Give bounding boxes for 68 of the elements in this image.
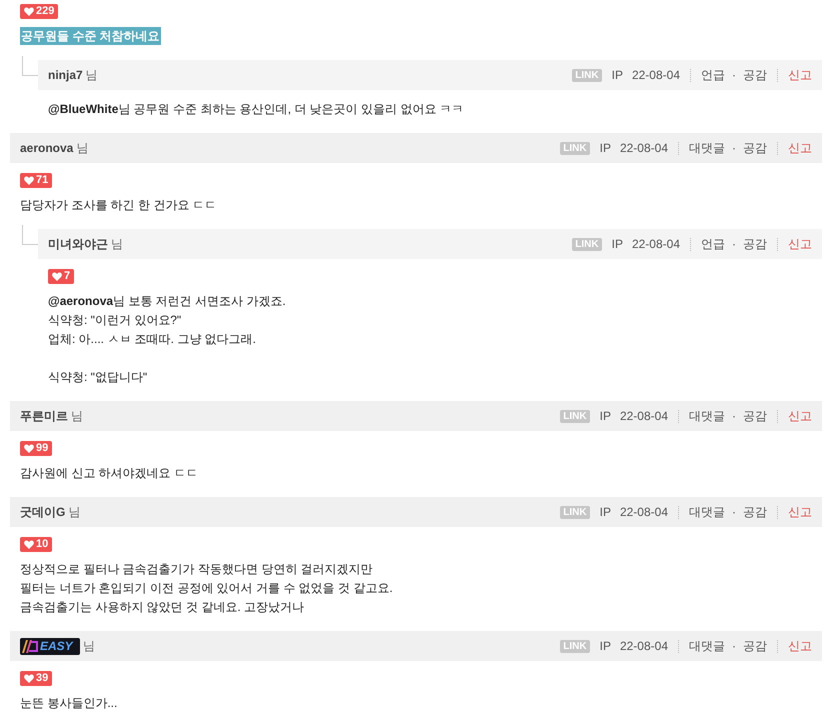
honorific-text: 님 xyxy=(76,140,88,157)
heart-icon xyxy=(24,674,34,683)
ip-label: IP xyxy=(600,504,611,521)
reply-link[interactable]: 대댓글 xyxy=(689,407,725,425)
empathy-link[interactable]: 공감 xyxy=(743,66,767,84)
mention-link[interactable]: 언급 xyxy=(701,235,725,253)
comment-date: 22-08-04 xyxy=(620,638,668,655)
like-count-badge: 229 xyxy=(20,4,58,19)
empathy-link[interactable]: 공감 xyxy=(743,139,767,157)
ip-label: IP xyxy=(600,638,611,655)
comment-date: 22-08-04 xyxy=(620,140,668,157)
reply-link[interactable]: 대댓글 xyxy=(689,139,725,157)
author-name[interactable]: 미녀와야근 xyxy=(48,235,108,253)
report-link[interactable]: 신고 xyxy=(788,503,812,521)
report-link[interactable]: 신고 xyxy=(788,637,812,655)
report-link[interactable]: 신고 xyxy=(788,66,812,84)
dot-separator: · xyxy=(732,236,736,253)
ip-label: IP xyxy=(600,408,611,425)
author-name[interactable]: 푸른미르 xyxy=(20,407,68,425)
empathy-link[interactable]: 공감 xyxy=(743,235,767,253)
honorific-text: 님 xyxy=(111,236,123,253)
heart-icon xyxy=(24,176,34,185)
comment-text: @BlueWhite님 공무원 수준 최하는 용산인데, 더 낮은곳이 있을리 없어요 ㅋㅋ xyxy=(48,101,465,118)
reply-link[interactable]: 대댓글 xyxy=(689,503,725,521)
ip-label: IP xyxy=(612,236,623,253)
report-link[interactable]: 신고 xyxy=(788,139,812,157)
honorific-text: 님 xyxy=(86,67,98,84)
comment-text: @aeronova님 보통 저런건 서면조사 가겠죠. 식약청: "이런거 있어요?" 업체: 아.... ㅅㅂ 조때따. 그냥 없다그래. xyxy=(48,293,287,348)
like-count-badge: 39 xyxy=(20,671,52,686)
dot-separator: · xyxy=(732,408,736,425)
comment-text: 눈뜬 봉사들인가... xyxy=(20,695,118,712)
comment-date: 22-08-04 xyxy=(632,67,680,84)
comment-date: 22-08-04 xyxy=(620,408,668,425)
dot-separator: · xyxy=(732,140,736,157)
author-name[interactable]: ninja7 xyxy=(48,66,83,84)
like-count-badge: 71 xyxy=(20,173,52,188)
comment-text: 식약청: "없답니다" xyxy=(48,369,148,386)
mention-link[interactable]: 언급 xyxy=(701,66,725,84)
report-link[interactable]: 신고 xyxy=(788,235,812,253)
comment-text: 정상적으로 필터나 금속검출기가 작동했다면 당연히 걸러지겠지만 필터는 너트가 혼입되기 이전 공정에 있어서 거를 수 없었을 것 같고요. 금속검출기는 사용하지 않았던 것 같네요. 고장났거나 xyxy=(20,561,394,616)
honorific-text: 님 xyxy=(71,408,83,425)
comment-date: 22-08-04 xyxy=(620,504,668,521)
comment-text: 감사원에 신고 하셔야겠네요 ㄷㄷ xyxy=(20,465,200,482)
heart-icon xyxy=(24,7,34,16)
dot-separator: · xyxy=(732,67,736,84)
author-name[interactable]: 굿데이G xyxy=(20,503,66,521)
dot-separator: · xyxy=(732,638,736,655)
empathy-link[interactable]: 공감 xyxy=(743,503,767,521)
highlighted-comment-text: 공무원들 수준 처참하네요 xyxy=(20,27,161,45)
heart-icon xyxy=(24,540,34,549)
like-count-badge: 99 xyxy=(20,441,52,456)
author-name[interactable]: aeronova xyxy=(20,139,74,157)
like-count-badge: 10 xyxy=(20,537,52,552)
empathy-link[interactable]: 공감 xyxy=(743,407,767,425)
ip-label: IP xyxy=(612,67,623,84)
ip-label: IP xyxy=(600,140,611,157)
comment-text: 담당자가 조사를 하긴 한 건가요 ㄷㄷ xyxy=(20,197,218,214)
honorific-text: 님 xyxy=(83,638,95,655)
empathy-link[interactable]: 공감 xyxy=(743,637,767,655)
heart-icon xyxy=(52,272,62,281)
dot-separator: · xyxy=(732,504,736,521)
nickname-badge: EASY xyxy=(20,638,80,654)
report-link[interactable]: 신고 xyxy=(788,407,812,425)
honorific-text: 님 xyxy=(68,504,80,521)
like-count-badge: 7 xyxy=(48,269,74,284)
reply-link[interactable]: 대댓글 xyxy=(689,637,725,655)
comment-date: 22-08-04 xyxy=(632,236,680,253)
heart-icon xyxy=(24,444,34,453)
